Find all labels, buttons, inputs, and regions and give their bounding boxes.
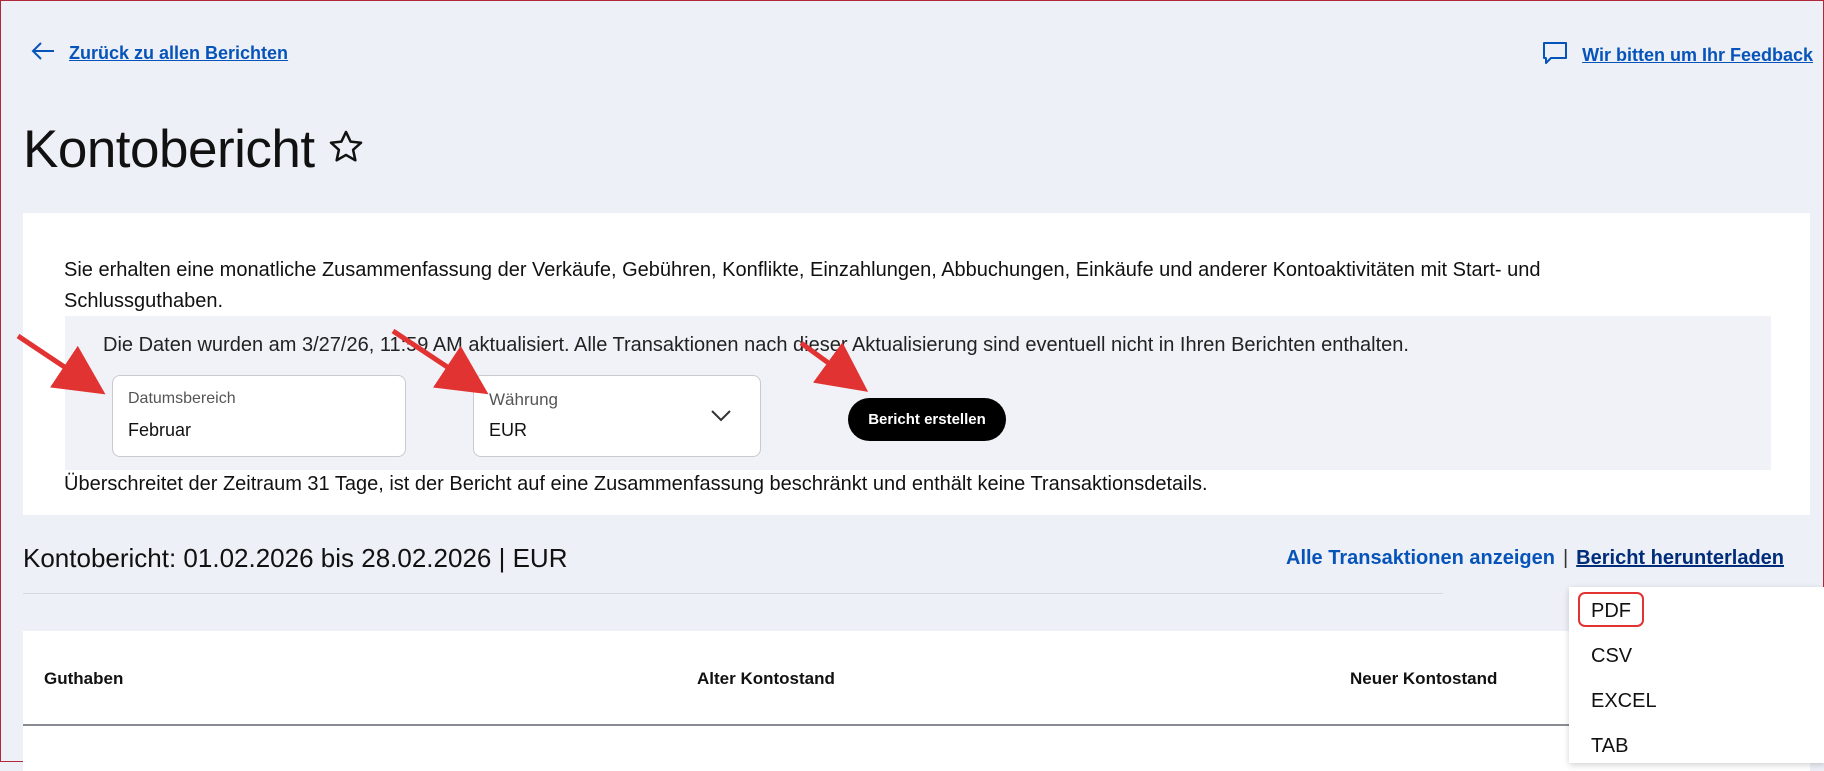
arrow-date-range (16, 333, 106, 395)
arrow-create-button (799, 340, 869, 392)
annotation-arrows (16, 328, 869, 395)
arrow-currency (391, 328, 489, 395)
